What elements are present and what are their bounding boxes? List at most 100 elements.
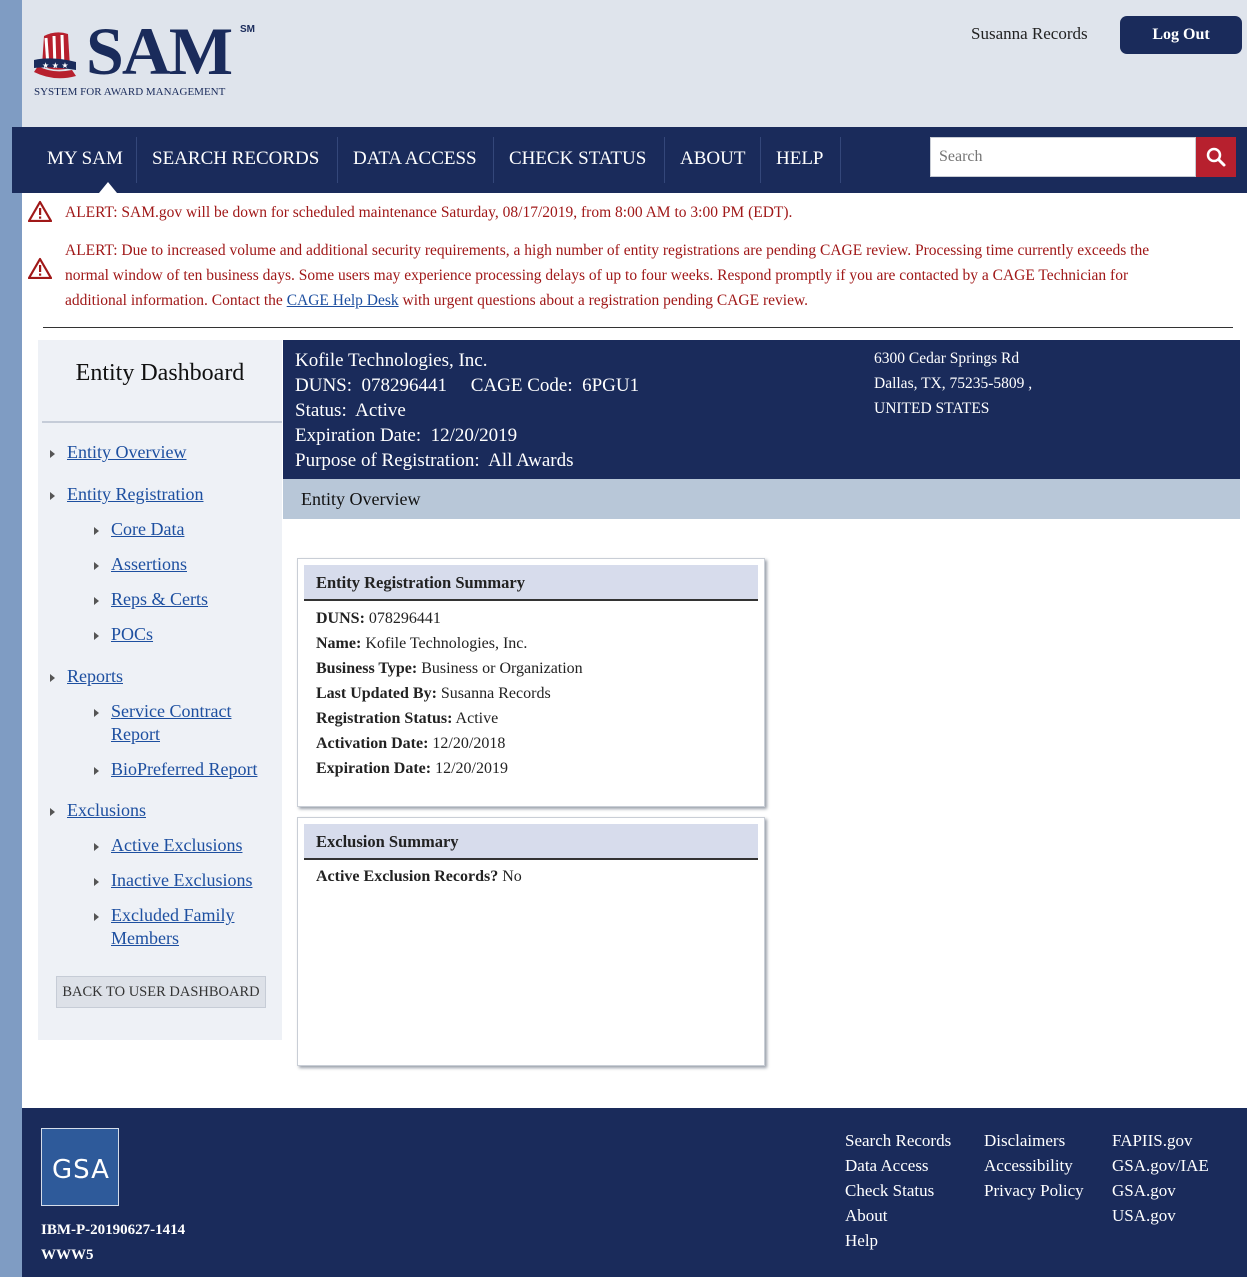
bullet-icon [94,767,99,775]
sidebar-item-reps-certs[interactable]: Reps & Certs [111,588,208,611]
logo-wordmark: SAM [86,13,233,89]
field-value: Susanna Records [436,685,551,702]
search-icon [1206,147,1226,167]
sidebar-title: Entity Dashboard [75,360,245,386]
user-name: Susanna Records [971,24,1088,43]
logo-service-mark: SM [240,24,255,35]
nav-search-records[interactable]: SEARCH RECORDS [137,127,334,193]
field-value: 12/20/2019 [431,760,508,777]
exclusion-summary-panel: Exclusion Summary Active Exclusion Recor… [297,817,765,1066]
footer-link-fapiis[interactable]: FAPIIS.gov [1112,1128,1192,1153]
sidebar-item-inactive-exclusions[interactable]: Inactive Exclusions [111,869,252,892]
sidebar-item-exclusions[interactable]: Exclusions [67,799,146,822]
bullet-icon [94,527,99,535]
field-label: DUNS: [316,610,365,627]
field-label: Expiration Date: [316,760,432,777]
nav-about[interactable]: ABOUT [665,127,760,193]
field-label: Business Type: [316,660,418,677]
footer-link-privacy-policy[interactable]: Privacy Policy [984,1178,1084,1203]
entity-address-line2: Dallas, TX, 75235-5809 , [874,375,1033,392]
field-value: Kofile Technologies, Inc. [361,635,528,652]
entity-status: Status: Active [295,400,406,421]
footer-link-usa-gov[interactable]: USA.gov [1112,1203,1176,1228]
footer-link-search-records[interactable]: Search Records [845,1128,951,1153]
alert-line: ALERT: Due to increased volume and addit… [65,242,1150,259]
sidebar-item-reports[interactable]: Reports [67,665,123,688]
field-value: 078296441 [364,610,441,627]
logo-subtitle: SYSTEM FOR AWARD MANAGEMENT [34,86,226,98]
link-line: Report [111,724,160,744]
bullet-icon [94,913,99,921]
alert-text: additional information. Contact the [65,292,287,309]
summary-activation-date: Activation Date: 12/20/2018 [316,731,505,756]
registration-summary-panel: Entity Registration Summary DUNS: 078296… [297,558,765,807]
field-label: Registration Status: [316,710,453,727]
nav-divider [840,137,841,183]
summary-registration-status: Registration Status: Active [316,706,498,731]
sidebar-item-entity-registration[interactable]: Entity Registration [67,483,204,506]
nav-check-status[interactable]: CHECK STATUS [494,127,661,193]
gsa-logo[interactable]: GSA [41,1128,119,1206]
entity-expiration: Expiration Date: 12/20/2019 [295,425,518,446]
field-value: Business or Organization [417,660,583,677]
search-button[interactable] [1196,137,1236,177]
search-input[interactable] [930,137,1196,177]
bullet-icon [94,709,99,717]
summary-expiration-date: Expiration Date: 12/20/2019 [316,756,508,781]
bullet-icon [94,632,99,640]
sidebar-item-biopreferred-report[interactable]: BioPreferred Report [111,758,257,781]
sam-logo[interactable]: ★ ★ ★ SAM SM SYSTEM FOR AWARD MANAGEMENT [32,16,272,102]
nav-help[interactable]: HELP [761,127,839,193]
entity-header: Kofile Technologies, Inc. DUNS: 07829644… [283,340,1240,479]
field-label: Last Updated By: [316,685,437,702]
entity-address-line1: 6300 Cedar Springs Rd [874,350,1020,367]
sidebar-item-excluded-family-members[interactable]: Excluded Family Members [111,904,234,950]
entity-duns-cage: DUNS: 078296441 CAGE Code: 6PGU1 [295,375,640,396]
footer-link-about[interactable]: About [845,1203,888,1228]
site-footer: GSA IBM-P-20190627-1414 WWW5 Search Reco… [22,1108,1247,1277]
entity-address-line3: UNITED STATES [874,400,990,417]
summary-last-updated: Last Updated By: Susanna Records [316,681,551,706]
bullet-icon [50,808,55,816]
sidebar-item-pocs[interactable]: POCs [111,623,153,646]
sidebar-item-active-exclusions[interactable]: Active Exclusions [111,834,242,857]
sidebar-item-assertions[interactable]: Assertions [111,553,187,576]
nav-my-sam[interactable]: MY SAM [32,127,138,193]
sidebar-item-entity-overview[interactable]: Entity Overview [67,441,186,464]
footer-link-check-status[interactable]: Check Status [845,1178,934,1203]
summary-business-type: Business Type: Business or Organization [316,656,583,681]
gsa-logo-text: GSA [52,1155,110,1185]
footer-link-data-access[interactable]: Data Access [845,1153,929,1178]
sidebar-item-service-contract-report[interactable]: Service Contract Report [111,700,231,746]
bullet-icon [94,562,99,570]
cage-review-alert: ALERT: Due to increased volume and addit… [65,238,1235,313]
uncle-sam-hat-icon: ★ ★ ★ [34,32,76,79]
field-value: No [498,868,522,885]
bullet-icon [94,843,99,851]
logout-button[interactable]: Log Out [1120,16,1242,54]
footer-link-gsa-iae[interactable]: GSA.gov/IAE [1112,1153,1209,1178]
cage-help-desk-link[interactable]: CAGE Help Desk [287,292,399,309]
sidebar-item-core-data[interactable]: Core Data [111,518,184,541]
footer-link-gsa-gov[interactable]: GSA.gov [1112,1178,1176,1203]
alert-text: with urgent questions about a registrati… [398,292,809,309]
footer-link-help[interactable]: Help [845,1228,878,1253]
active-nav-caret-icon [99,182,117,193]
field-label: Activation Date: [316,735,429,752]
footer-link-disclaimers[interactable]: Disclaimers [984,1128,1065,1153]
maintenance-alert: ALERT: SAM.gov will be down for schedule… [65,204,793,221]
entity-purpose: Purpose of Registration: All Awards [295,450,574,471]
nav-data-access[interactable]: DATA ACCESS [338,127,492,193]
site-header: ★ ★ ★ SAM SM SYSTEM FOR AWARD MANAGEMENT… [22,0,1247,127]
warning-icon [28,257,52,279]
footer-link-accessibility[interactable]: Accessibility [984,1153,1073,1178]
back-to-user-dashboard-button[interactable]: BACK TO USER DASHBOARD [56,976,266,1008]
alert-line: additional information. Contact the CAGE… [65,288,1235,313]
bullet-icon [50,450,55,458]
field-label: Name: [316,635,362,652]
divider [42,421,282,423]
warning-icon [28,200,52,222]
entity-sidebar: Entity Dashboard Entity Overview Entity … [38,340,282,1040]
divider [43,327,1233,328]
bullet-icon [94,597,99,605]
